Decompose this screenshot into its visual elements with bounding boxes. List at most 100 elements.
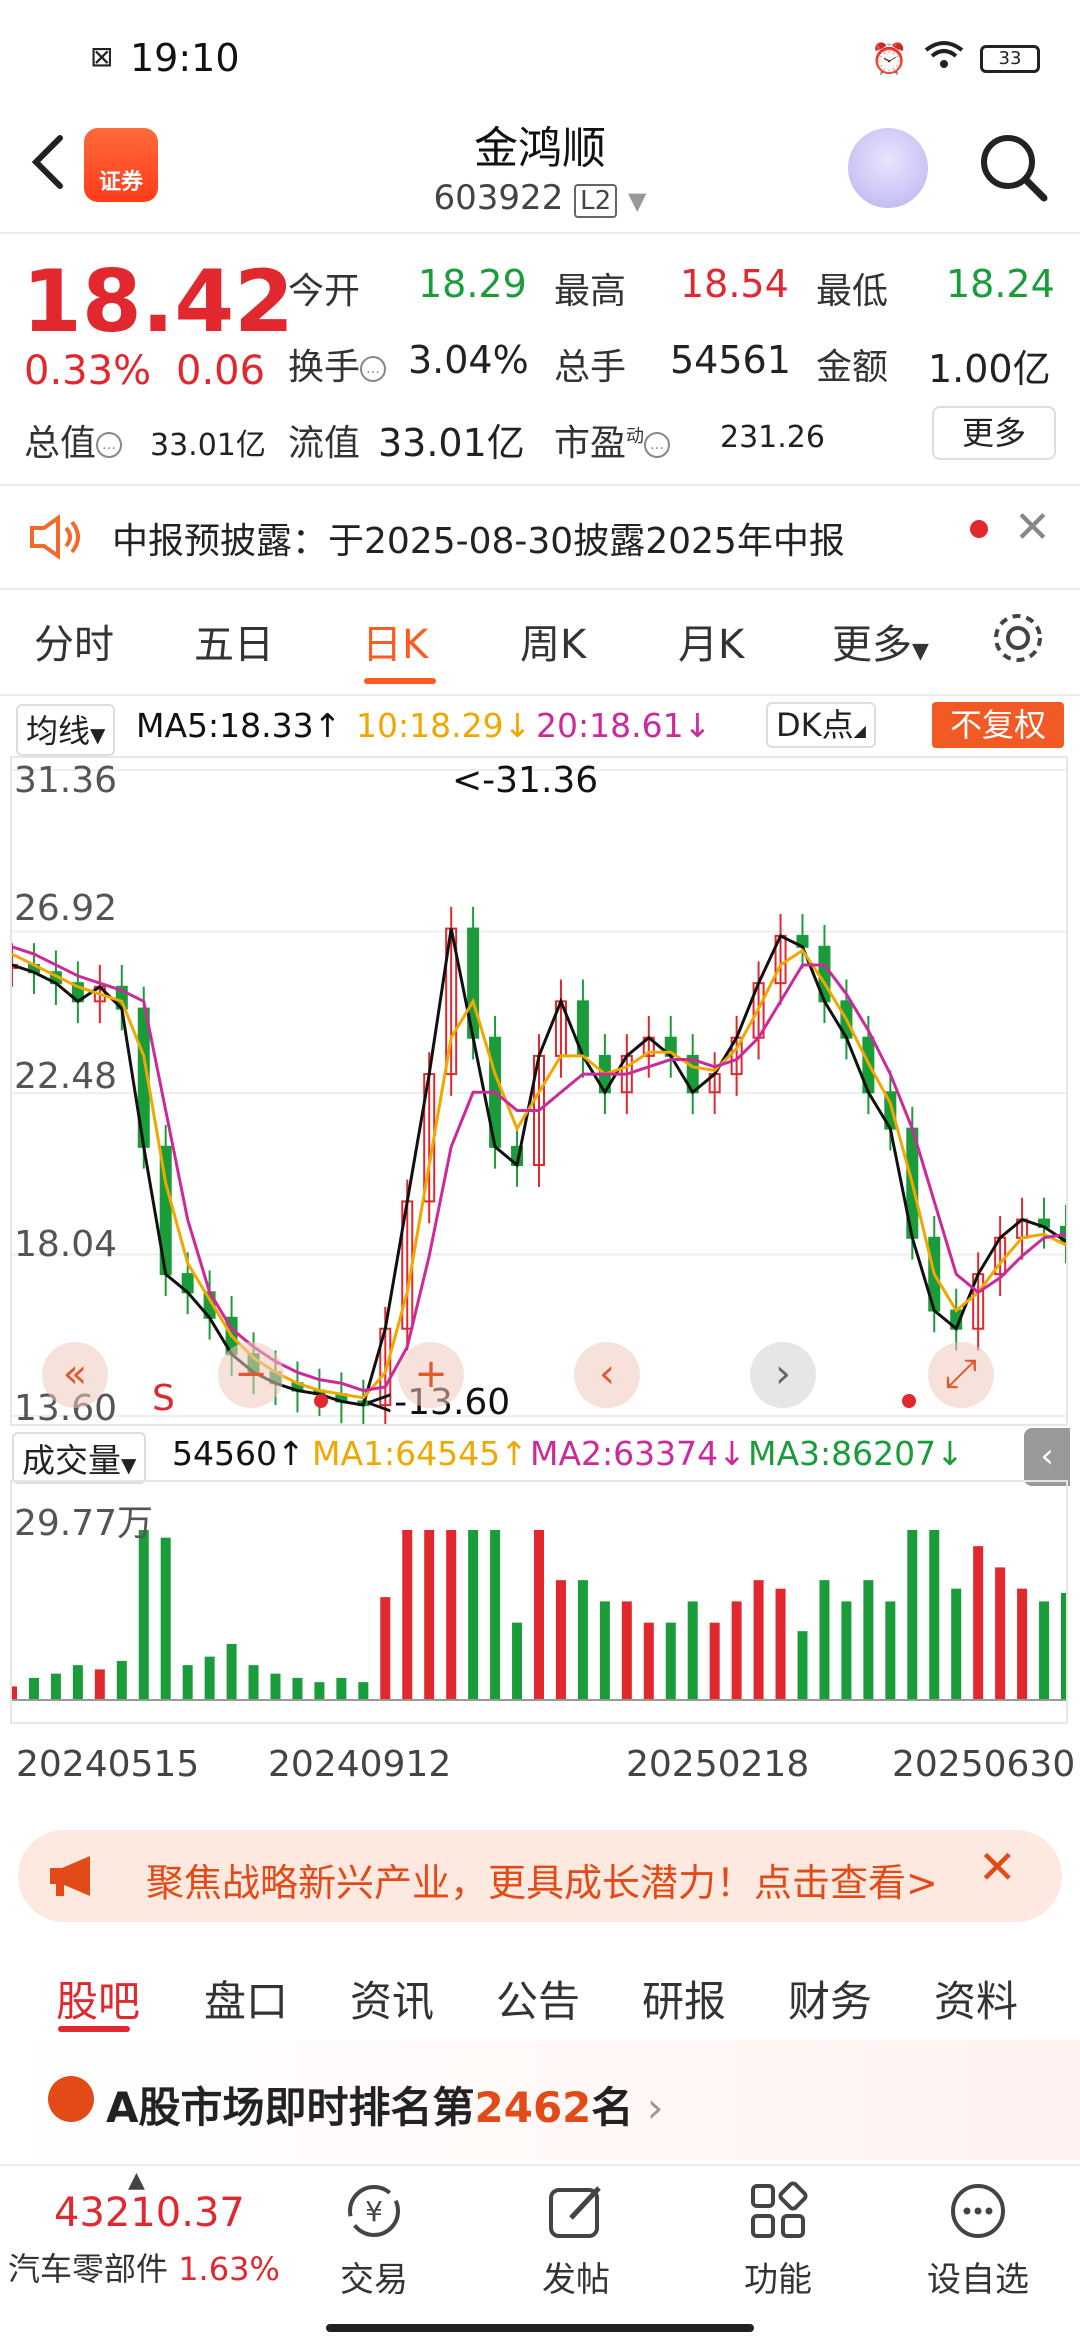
volume-bar	[929, 1530, 940, 1700]
divider	[0, 588, 1080, 590]
zoom-out-button[interactable]: −	[218, 1342, 284, 1408]
tab-order-book[interactable]: 盘口	[204, 1968, 288, 2029]
kline-chart[interactable]	[6, 756, 1072, 1427]
pe-label[interactable]: 市盈动…	[554, 414, 671, 466]
search-button[interactable]	[976, 130, 1050, 204]
tab-more[interactable]: 更多▼	[832, 612, 929, 670]
adjust-mode-button[interactable]: 不复权	[932, 702, 1064, 748]
volume-bar	[885, 1601, 896, 1700]
corner-icon: ◢	[853, 721, 866, 740]
volume-dropdown[interactable]: 成交量▼	[12, 1432, 147, 1484]
close-icon[interactable]: ✕	[978, 1840, 1017, 1894]
ma5-value: MA5:18.33↑	[136, 706, 342, 745]
turnover-label-text: 换手	[288, 347, 361, 388]
volume-bar	[1017, 1588, 1028, 1700]
volume-bar	[358, 1682, 369, 1700]
nav-functions-label: 功能	[744, 2260, 812, 2300]
close-icon[interactable]: ✕	[1014, 502, 1051, 553]
nav-post[interactable]: 发帖	[506, 2170, 646, 2301]
tab-weekly-k[interactable]: 周K	[520, 612, 586, 670]
svg-text:¥: ¥	[365, 2195, 383, 2228]
sell-marker: S	[152, 1378, 175, 1419]
tab-more-label: 更多	[832, 622, 912, 668]
volume-value: 54561	[670, 338, 791, 382]
open-label: 今开	[288, 271, 361, 312]
x-tick-label: 20240912	[268, 1744, 452, 1785]
market-rank-row[interactable]: A股市场即时排名第2462名 ›	[0, 2040, 1080, 2160]
tab-forum[interactable]: 股吧	[56, 1968, 140, 2029]
volume-bar	[907, 1530, 918, 1700]
ma-dropdown[interactable]: 均线▼	[16, 704, 116, 756]
nav-add-watchlist[interactable]: 设自选	[908, 2170, 1048, 2301]
vol-ma1: MA1:64545↑	[312, 1434, 528, 1473]
sector-name[interactable]: 汽车零部件 1.63%	[8, 2244, 280, 2290]
high-label: 最高	[554, 271, 627, 312]
nav-functions[interactable]: 功能	[708, 2170, 848, 2301]
fullscreen-button[interactable]: ⤢	[928, 1342, 994, 1408]
status-time: 19:10	[130, 36, 240, 80]
volume-bar	[138, 1530, 149, 1700]
tab-research[interactable]: 研报	[642, 1968, 726, 2029]
volume-bar	[797, 1631, 808, 1700]
tab-monthly-k[interactable]: 月K	[678, 612, 744, 670]
tab-profile[interactable]: 资料	[934, 1968, 1018, 2029]
event-dot	[902, 1394, 916, 1408]
low-label: 最低	[816, 271, 889, 312]
volume-value: 54560↑	[172, 1434, 305, 1473]
pe-dynamic-sup: 动	[626, 426, 645, 447]
scroll-right-button[interactable]: ›	[750, 1342, 816, 1408]
volume-bar	[753, 1580, 764, 1700]
max-price-label: <-31.36	[452, 760, 599, 801]
unread-dot	[970, 520, 988, 538]
grid-icon	[751, 2181, 808, 2238]
volume-bar	[7, 1686, 17, 1700]
assistant-robot-icon[interactable]	[848, 128, 928, 208]
y-tick-label: 31.36	[14, 760, 118, 801]
volume-svg	[7, 1530, 1071, 1701]
volume-bar	[336, 1677, 347, 1700]
tab-announcements[interactable]: 公告	[496, 1968, 580, 2029]
tab-intraday[interactable]: 分时	[34, 612, 114, 670]
volume-bar	[50, 1673, 61, 1700]
y-tick-label: 26.92	[14, 888, 118, 929]
total-value-label[interactable]: 总值…	[24, 414, 123, 466]
more-quote-button[interactable]: 更多	[932, 406, 1056, 460]
promo-banner[interactable]: 聚焦战略新兴产业，更具成长潜力！点击查看> ✕	[18, 1830, 1062, 1922]
volume-bar	[490, 1530, 501, 1700]
volume-bar	[665, 1622, 676, 1700]
sector-index-value[interactable]: 43210.37	[54, 2190, 245, 2236]
megaphone-icon	[50, 1856, 90, 1896]
nav-trade[interactable]: ¥ 交易	[304, 2170, 444, 2301]
volume-bar	[402, 1530, 413, 1700]
total-value: 33.01亿	[150, 428, 266, 463]
tab-news[interactable]: 资讯	[350, 1968, 434, 2029]
gear-icon[interactable]	[990, 610, 1046, 666]
rank-chart-icon	[48, 2076, 94, 2122]
vol-ma2: MA2:63374↓	[530, 1434, 746, 1473]
volume-bar	[731, 1601, 742, 1700]
notice-bar[interactable]: 中报预披露：于2025-08-30披露2025年中报 ✕	[0, 484, 1080, 588]
volume-bar	[687, 1601, 698, 1700]
volume-bar	[248, 1665, 259, 1700]
stock-code-text: 603922	[433, 178, 564, 218]
volume-bar	[424, 1530, 435, 1700]
divider	[0, 694, 1080, 696]
info-icon: …	[644, 432, 671, 458]
rank-text: A股市场即时排名第2462名 ›	[106, 2074, 664, 2135]
amount-label: 金额	[816, 347, 889, 388]
tab-five-day[interactable]: 五日	[194, 612, 274, 670]
tab-daily-k[interactable]: 日K	[362, 612, 428, 670]
collapse-panel-button[interactable]: ‹	[1024, 1428, 1070, 1486]
dk-point-button[interactable]: DK点◢	[766, 702, 876, 748]
turnover-label[interactable]: 换手…	[288, 338, 387, 390]
zoom-in-button[interactable]: +	[398, 1342, 464, 1408]
high-value: 18.54	[680, 262, 789, 306]
scroll-left-button[interactable]: ‹	[574, 1342, 640, 1408]
sector-pct: 1.63%	[178, 2250, 280, 2288]
info-icon: …	[360, 356, 387, 382]
more-icon	[951, 2184, 1005, 2238]
rank-number: 2462	[474, 2083, 592, 2132]
volume-chart[interactable]	[7, 1480, 1071, 1724]
scroll-far-left-button[interactable]: «	[42, 1342, 108, 1408]
tab-finance[interactable]: 财务	[788, 1968, 872, 2029]
